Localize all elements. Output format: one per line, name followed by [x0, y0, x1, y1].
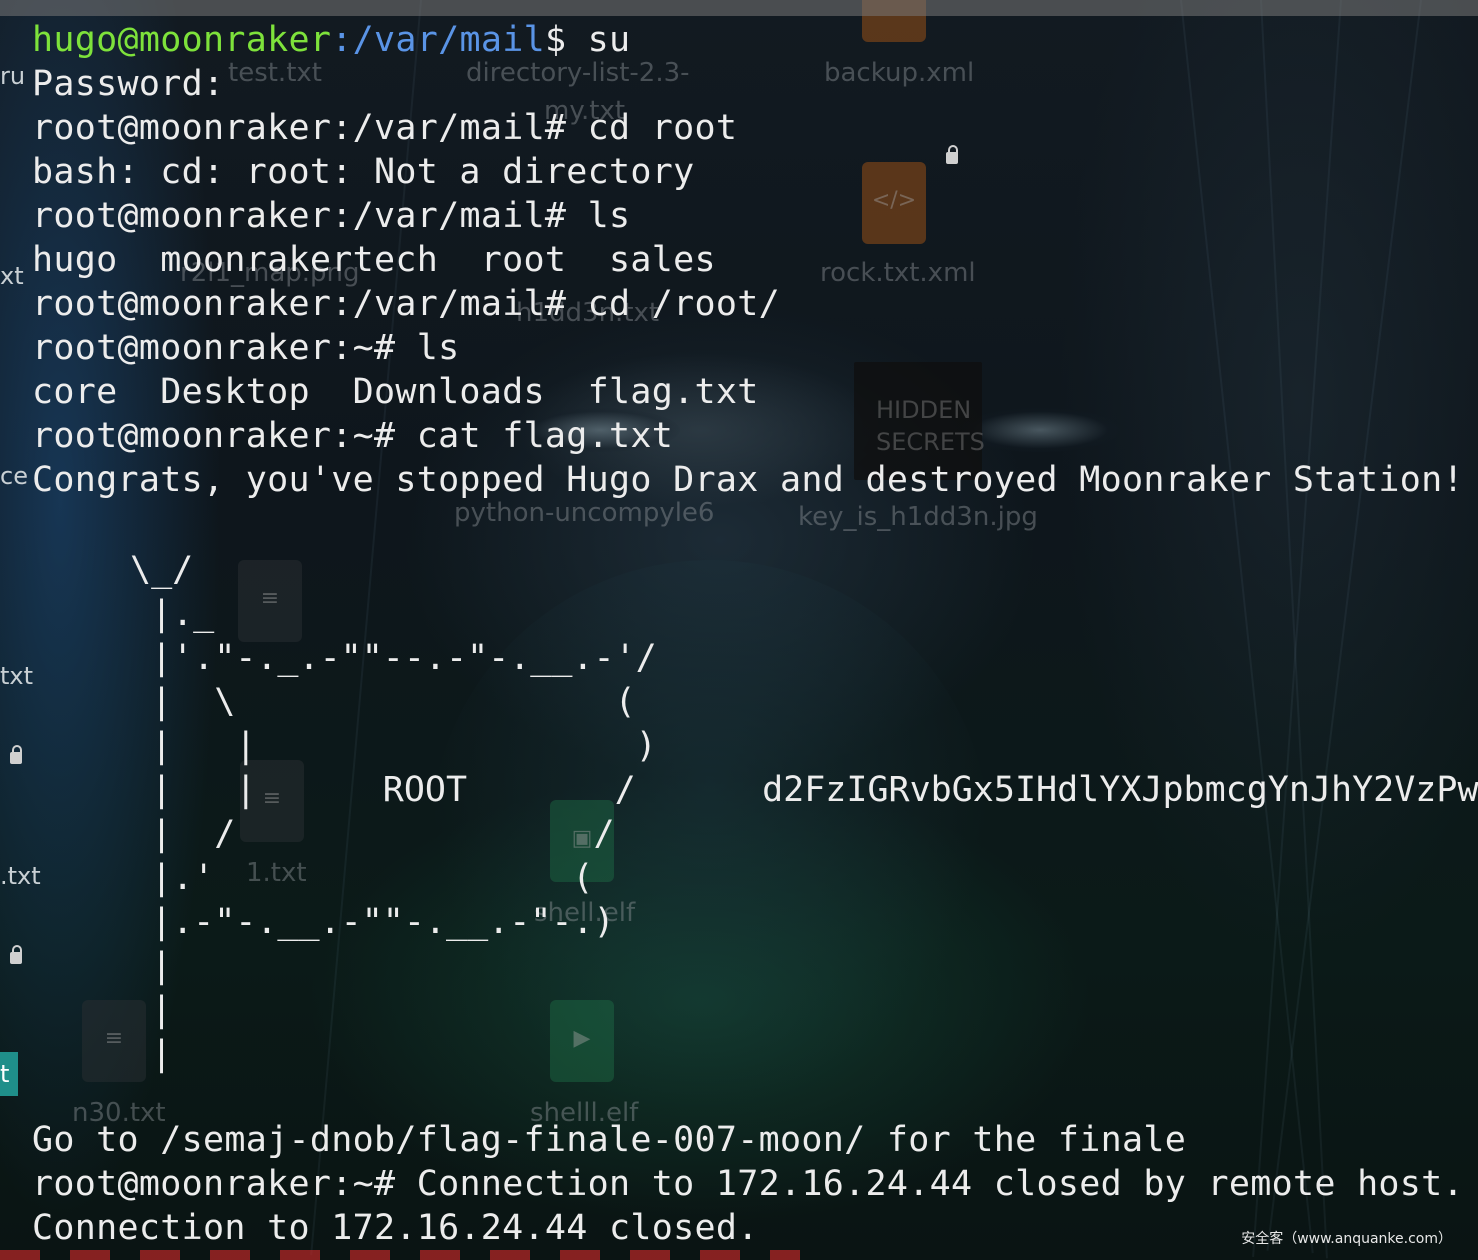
ascii-art-line: | [151, 946, 173, 986]
command-text: :/var/mail# ls [331, 196, 631, 236]
terminal-line: Congrats, you've stopped Hugo Drax and d… [32, 460, 1464, 500]
command-text: :~# Connection to 172.16.24.44 closed by… [331, 1164, 1464, 1204]
ascii-art-line: |.-"-.__.-""-.__.-"-.) [151, 902, 615, 942]
terminal-line: Go to /semaj-dnob/flag-finale-007-moon/ … [32, 1120, 1187, 1160]
ascii-art-line: \_/ [130, 550, 194, 590]
site-watermark: 安全客（www.anquanke.com） [1241, 1231, 1452, 1247]
prompt-user: root@moonraker [32, 328, 332, 368]
terminal-line: core Desktop Downloads flag.txt [32, 372, 759, 412]
prompt-user: root@moonraker [32, 108, 332, 148]
ascii-art-line: |._ [151, 594, 215, 634]
prompt-user: root@moonraker [32, 416, 332, 456]
window-title-strip [0, 0, 1478, 16]
terminal-line: hugo@moonraker:/var/mail$ su [32, 18, 630, 62]
terminal-line: root@moonraker:/var/mail# cd root [32, 106, 737, 150]
next-prompt-fragment [0, 1250, 800, 1260]
terminal-line: root@moonraker:~# Connection to 172.16.2… [32, 1162, 1464, 1206]
command-text: :/var/mail# cd /root/ [331, 284, 781, 324]
terminal-line: root@moonraker:/var/mail# ls [32, 194, 630, 238]
prompt-user: root@moonraker [32, 1164, 332, 1204]
terminal-line: hugo moonrakertech root sales [32, 240, 716, 280]
prompt-user: hugo@moonraker [32, 20, 332, 60]
ascii-art-line: | [151, 990, 173, 1030]
prompt-user: root@moonraker [32, 196, 332, 236]
prompt-path: :/var/mail [331, 20, 545, 60]
command-text: :/var/mail# cd root [331, 108, 738, 148]
command-text: :~# ls [331, 328, 460, 368]
command-text: :~# cat flag.txt [331, 416, 674, 456]
terminal-line: root@moonraker:~# cat flag.txt [32, 414, 673, 458]
terminal-line: root@moonraker:/var/mail# cd /root/ [32, 282, 780, 326]
ascii-art-line: |'."-._.-""--.-"-.__.-'/ [151, 638, 657, 678]
ascii-art-line: | | ROOT / d2FzIGRvbGx5IHdlYXJpbmcgYnJhY… [151, 770, 1478, 810]
ascii-art-line: | / / [151, 814, 615, 854]
command-text: $ su [544, 20, 631, 60]
terminal-line: root@moonraker:~# ls [32, 326, 459, 370]
terminal-line: Connection to 172.16.24.44 closed. [32, 1208, 759, 1248]
terminal-line: Password: [32, 64, 225, 104]
terminal-line: bash: cd: root: Not a directory [32, 152, 695, 192]
ascii-art-line: | [151, 1034, 173, 1074]
ascii-art-line: | \ ( [151, 682, 636, 722]
terminal-window[interactable]: hugo@moonraker:/var/mail$ su Password: r… [0, 18, 1478, 1260]
ascii-art-line: |.' ( [151, 858, 594, 898]
ascii-art-line: | | ) [151, 726, 657, 766]
prompt-user: root@moonraker [32, 284, 332, 324]
